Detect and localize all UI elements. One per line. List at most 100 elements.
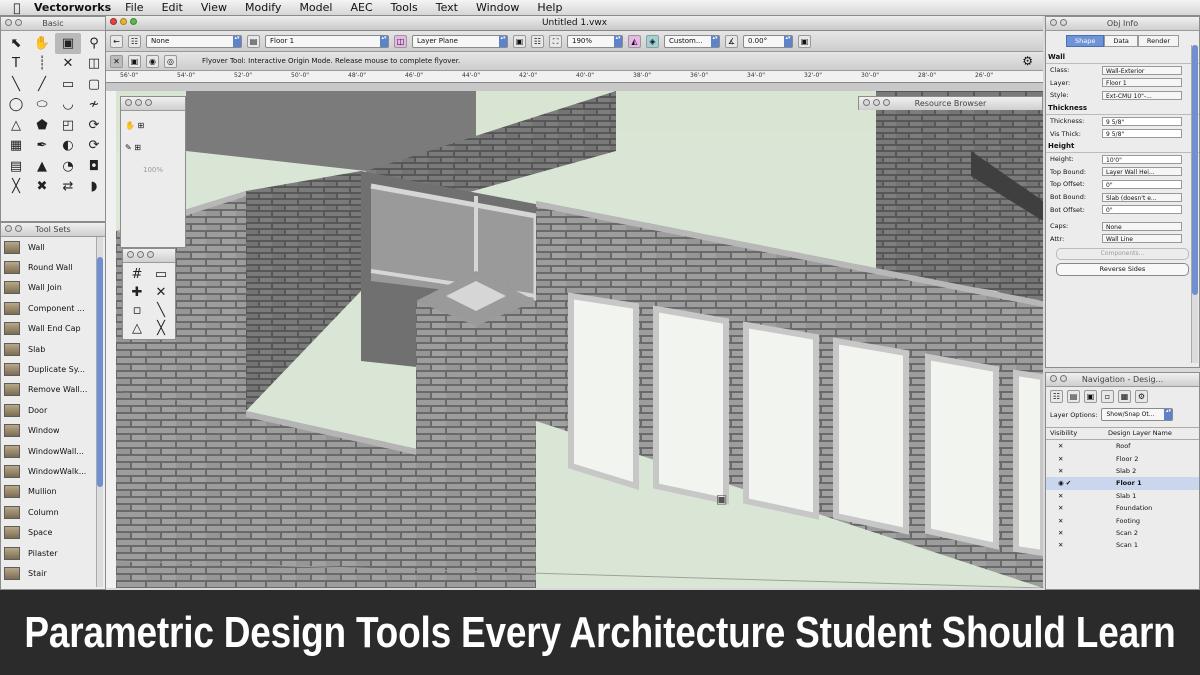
connect-tool-icon[interactable]: ╳	[3, 177, 29, 198]
snap-rect-icon[interactable]: ▭	[149, 265, 173, 283]
visibility-toggle-icon[interactable]: ✕	[1046, 529, 1116, 537]
text-tool-icon[interactable]: T	[3, 54, 29, 75]
layer-row[interactable]: ✕ Scan 1	[1046, 539, 1199, 551]
tool-window[interactable]: Window	[1, 421, 105, 441]
obj-info-field[interactable]: Layer Wall Hei...	[1102, 167, 1182, 177]
tool-stair[interactable]: Stair	[1, 563, 105, 583]
projection-icon[interactable]: ☷	[531, 34, 544, 48]
menu-model[interactable]: Model	[299, 1, 332, 14]
selection-tool-icon[interactable]: ⬉	[3, 33, 29, 54]
tool-pilaster[interactable]: Pilaster	[1, 543, 105, 563]
obj-info-scrollbar[interactable]	[1191, 45, 1198, 363]
obj-info-field[interactable]: Slab (doesn't e...	[1102, 192, 1182, 202]
snap-tangent-icon[interactable]: ╲	[149, 301, 173, 319]
nav-layers-icon[interactable]: ▤	[1067, 390, 1080, 403]
angle-field[interactable]: 0.00°	[743, 34, 793, 48]
layer-options-popup[interactable]: Show/Snap Ot...	[1101, 408, 1174, 421]
flyover-tool-icon[interactable]: ▣	[55, 33, 81, 54]
attribute-tool-icon[interactable]: ◗	[81, 177, 107, 198]
callout-tool-icon[interactable]: ┊	[29, 54, 55, 75]
components-button[interactable]: Components...	[1056, 248, 1189, 261]
obj-info-field[interactable]: Floor 1	[1102, 78, 1182, 88]
tab-render[interactable]: Render	[1137, 35, 1180, 47]
obj-info-field[interactable]: 10'0"	[1102, 154, 1182, 164]
obj-info-field[interactable]: 0"	[1102, 179, 1182, 189]
nav-views-icon[interactable]: ▣	[1084, 390, 1097, 403]
back-icon[interactable]: ←	[110, 34, 123, 48]
obj-info-field[interactable]: None	[1102, 221, 1182, 231]
fillet-tool-icon[interactable]: ◘	[81, 156, 107, 177]
obj-info-field[interactable]: Wall Line	[1102, 234, 1182, 244]
app-menu[interactable]: Vectorworks	[34, 1, 111, 14]
visibility-toggle-icon[interactable]: ✕	[1046, 455, 1116, 463]
snap-point-icon[interactable]: ✚	[125, 283, 149, 301]
working-plane-icon[interactable]: ▣	[798, 34, 811, 48]
menu-file[interactable]: File	[125, 1, 143, 14]
angle-icon[interactable]: ∡	[725, 34, 738, 48]
spiral-tool-icon[interactable]: ⟳	[81, 115, 107, 136]
nav-classes-icon[interactable]: ☷	[1050, 390, 1063, 403]
visibility-toggle-icon[interactable]: ✕	[1046, 467, 1116, 475]
snap-smart-edge-icon[interactable]: ╳	[149, 319, 173, 337]
layer-row[interactable]: ◉ ✔ Floor 1	[1046, 477, 1199, 490]
tool-remove-wall[interactable]: Remove Wall...	[1, 380, 105, 400]
tool-space[interactable]: Space	[1, 522, 105, 542]
rotate-tool-icon[interactable]: ⟳	[81, 136, 107, 157]
obj-info-field[interactable]: Ext-CMU 10"-...	[1102, 90, 1182, 100]
tool-mullion[interactable]: Mullion	[1, 482, 105, 502]
menu-edit[interactable]: Edit	[162, 1, 183, 14]
menu-window[interactable]: Window	[476, 1, 519, 14]
locus-tool-icon[interactable]: ✕	[55, 54, 81, 75]
fit-to-window-icon[interactable]: ⛶	[549, 34, 562, 48]
class-icon[interactable]: ☷	[128, 34, 141, 48]
nav-sheets-icon[interactable]: ▫	[1101, 390, 1114, 403]
rectangle-tool-icon[interactable]: ▭	[55, 74, 81, 95]
tab-data[interactable]: Data	[1104, 35, 1138, 47]
tool-wall-end-cap[interactable]: Wall End Cap	[1, 319, 105, 339]
dimension-tool-icon[interactable]: ◫	[81, 54, 107, 75]
tool-wall-join[interactable]: Wall Join	[1, 278, 105, 298]
snap-grid-icon[interactable]: #	[125, 265, 149, 283]
tool-door[interactable]: Door	[1, 400, 105, 420]
circle-tool-icon[interactable]: ◯	[3, 95, 29, 116]
clip-tool-icon[interactable]: ▦	[3, 136, 29, 157]
close-window-icon[interactable]	[110, 18, 117, 25]
tool-column[interactable]: Column	[1, 502, 105, 522]
double-line-tool-icon[interactable]: ╱	[29, 74, 55, 95]
layer-row[interactable]: ✕ Scan 2	[1046, 527, 1199, 539]
polygon-tool-icon[interactable]: ⬟	[29, 115, 55, 136]
nav-references-icon[interactable]: ▦	[1118, 390, 1131, 403]
view-icon[interactable]: ◭	[628, 34, 641, 48]
apple-icon[interactable]: 	[0, 1, 34, 15]
eyedropper-tool-icon[interactable]: ✒	[29, 136, 55, 157]
nav-settings-icon[interactable]: ⚙	[1135, 390, 1148, 403]
freehand-tool-icon[interactable]: ≁	[81, 95, 107, 116]
minimize-window-icon[interactable]	[120, 18, 127, 25]
split-tool-icon[interactable]: ◔	[55, 156, 81, 177]
resource-browser[interactable]: Resource Browser	[858, 96, 1043, 110]
rounded-rectangle-tool-icon[interactable]: ▢	[81, 74, 107, 95]
oval-tool-icon[interactable]: ⬭	[29, 95, 55, 116]
visibility-toggle-icon[interactable]: ✕	[1046, 492, 1116, 500]
double-polygon-tool-icon[interactable]: ◰	[55, 115, 81, 136]
obj-info-field[interactable]: 9 5/8"	[1102, 116, 1182, 126]
visibility-toggle-icon[interactable]: ✕	[1046, 517, 1116, 525]
obj-info-field[interactable]: Wall-Exterior	[1102, 65, 1182, 75]
render-mode-icon[interactable]: ▣	[513, 34, 526, 48]
layer-row[interactable]: ✕ Slab 1	[1046, 490, 1199, 502]
tool-component[interactable]: Component ...	[1, 298, 105, 318]
zoom-tool-icon[interactable]: ⚲	[81, 33, 107, 54]
layer-row[interactable]: ✕ Slab 2	[1046, 465, 1199, 477]
obj-info-field[interactable]: 0"	[1102, 205, 1182, 215]
tool-sets-scrollbar[interactable]	[96, 237, 103, 587]
snap-distance-icon[interactable]: ▫	[125, 301, 149, 319]
snap-angle-icon[interactable]: △	[125, 319, 149, 337]
layer-row[interactable]: ✕ Roof	[1046, 440, 1199, 452]
menu-modify[interactable]: Modify	[245, 1, 281, 14]
tool-slab[interactable]: Slab	[1, 339, 105, 359]
layer-plane-popup[interactable]: Layer Plane	[412, 34, 508, 48]
mirror-tool-icon[interactable]: ◐	[55, 136, 81, 157]
reshape-tool-icon[interactable]: ▲	[29, 156, 55, 177]
tool-window-wall[interactable]: WindowWall...	[1, 441, 105, 461]
class-popup[interactable]: None	[146, 34, 242, 48]
